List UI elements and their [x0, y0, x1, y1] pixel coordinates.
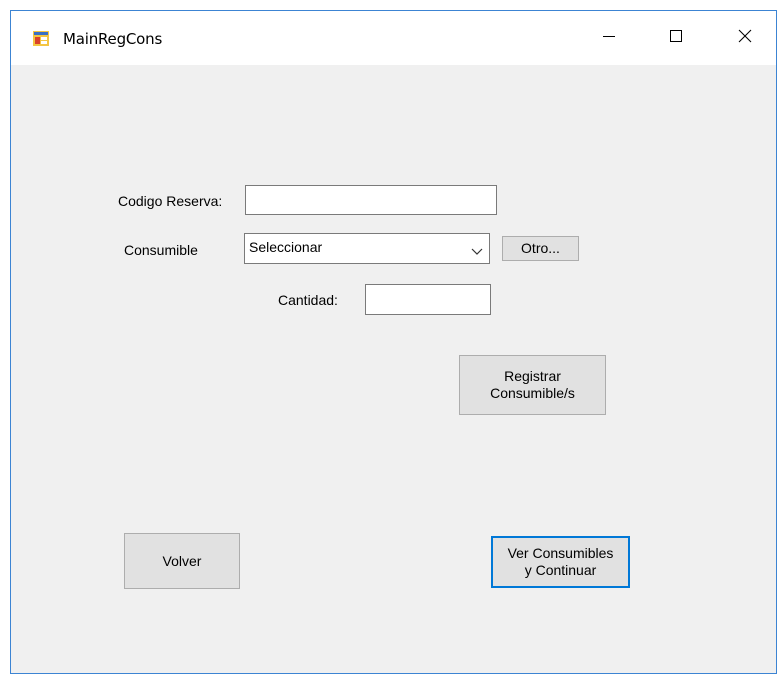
ver-consumibles-button[interactable]: Ver Consumibles y Continuar	[491, 536, 630, 588]
consumible-label: Consumible	[124, 242, 198, 258]
cantidad-label: Cantidad:	[278, 292, 338, 308]
otro-button[interactable]: Otro...	[502, 236, 579, 261]
maximize-icon	[668, 28, 684, 49]
maximize-button[interactable]	[653, 21, 699, 55]
cantidad-input[interactable]	[365, 284, 491, 315]
ver-button-line2: y Continuar	[524, 562, 597, 578]
codigo-reserva-input[interactable]	[245, 185, 497, 215]
ver-button-line1: Ver Consumibles	[507, 545, 614, 561]
volver-button[interactable]: Volver	[124, 533, 240, 589]
codigo-reserva-label: Codigo Reserva:	[118, 193, 223, 209]
minimize-button[interactable]	[586, 21, 632, 55]
close-icon	[737, 28, 753, 49]
consumible-select[interactable]: Seleccionar	[244, 233, 490, 264]
registrar-button-line1: Registrar	[504, 368, 561, 384]
windows-form-icon	[33, 31, 49, 46]
window-title: MainRegCons	[63, 30, 163, 48]
consumible-selected-value: Seleccionar	[249, 239, 323, 255]
chevron-down-icon	[471, 243, 483, 255]
registrar-consumible-button[interactable]: Registrar Consumible/s	[459, 355, 606, 415]
registrar-button-line2: Consumible/s	[490, 385, 575, 401]
main-window: MainRegCons Codigo Reserva: Consumible S…	[10, 10, 777, 674]
minimize-icon	[601, 28, 617, 49]
close-button[interactable]	[722, 21, 768, 55]
title-bar[interactable]: MainRegCons	[11, 11, 776, 65]
